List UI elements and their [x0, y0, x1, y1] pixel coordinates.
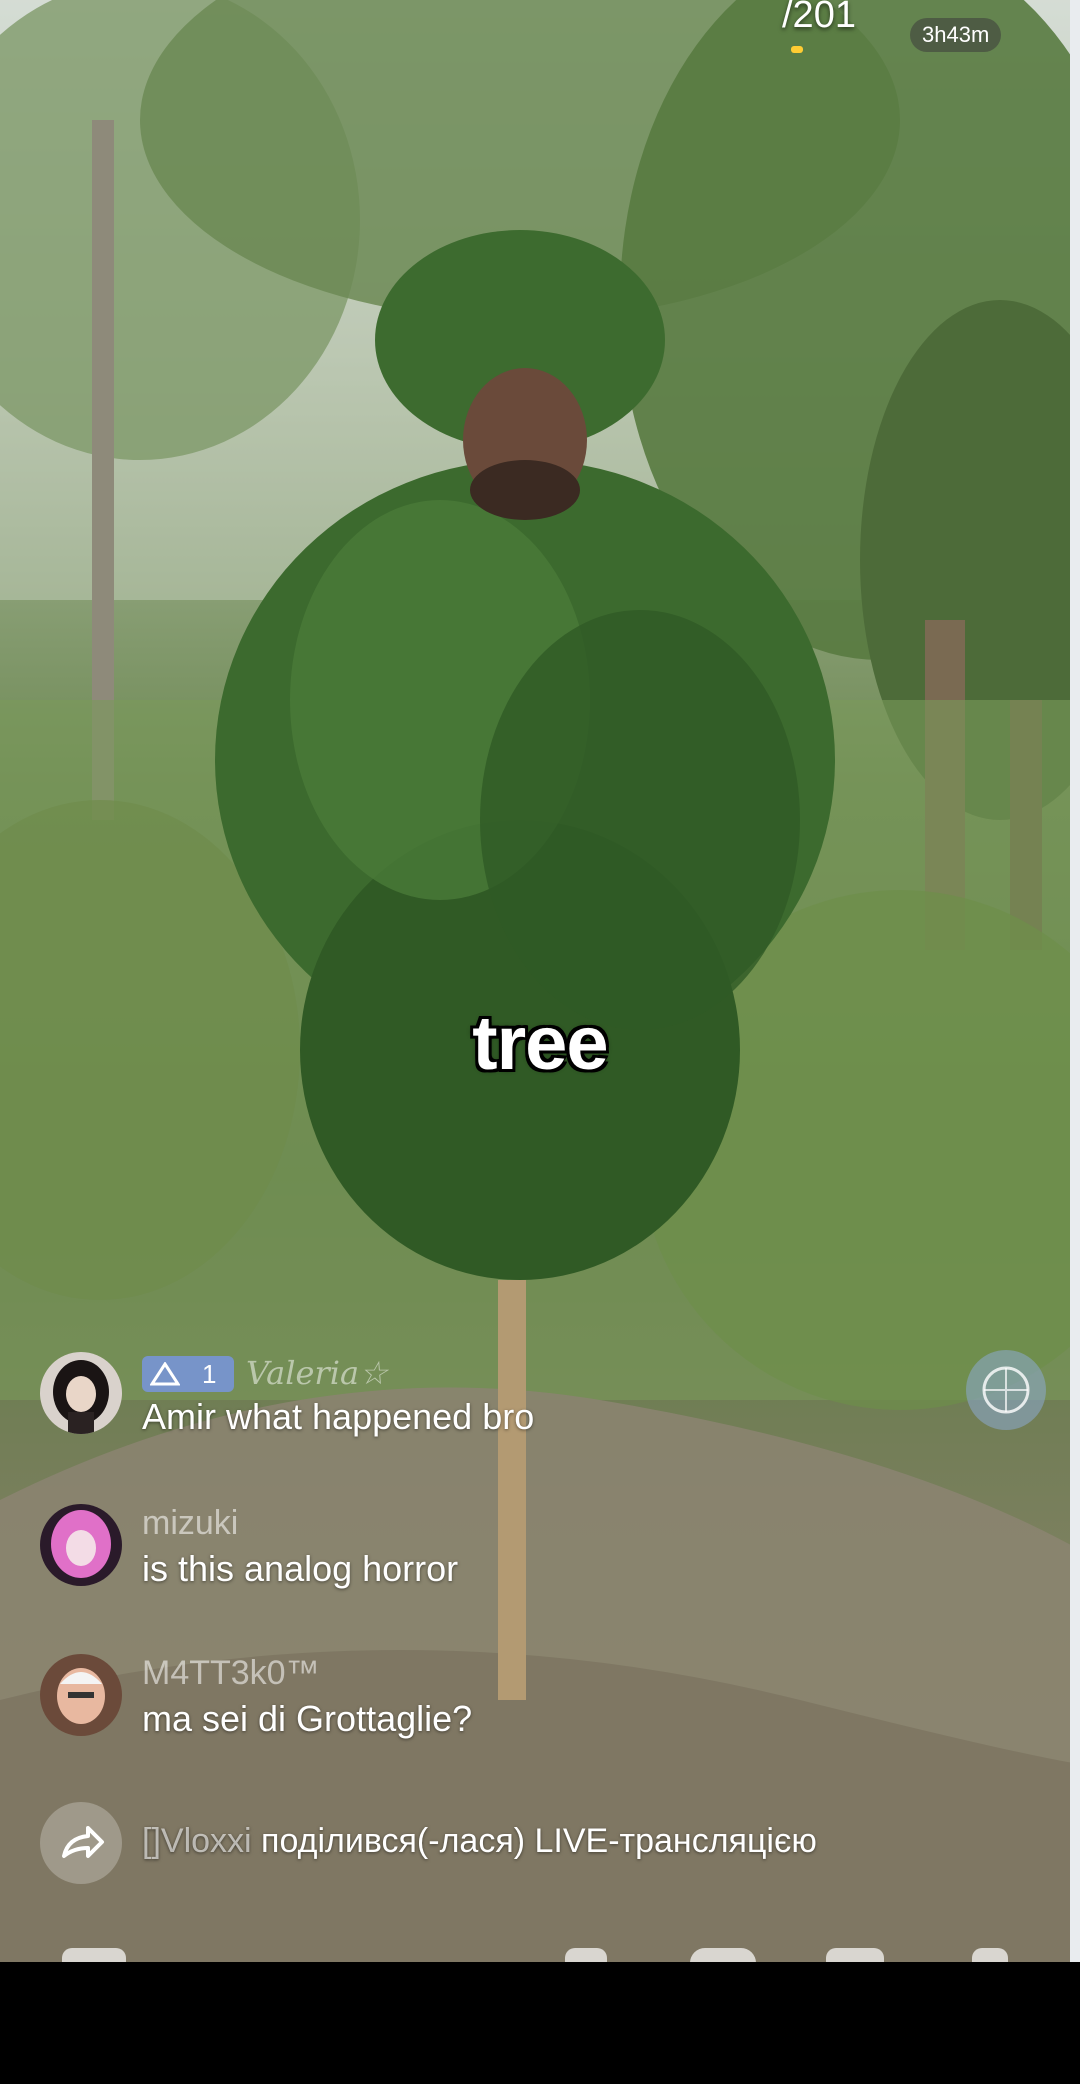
viewer-indicator-dot — [791, 46, 803, 53]
share-username[interactable]: []Vloxxi — [142, 1822, 252, 1860]
comment-text: Amir what happened bro — [142, 1396, 535, 1437]
share-icon[interactable] — [972, 1948, 1008, 1962]
floating-globe-icon[interactable] — [966, 1350, 1046, 1430]
girl-avatar[interactable] — [40, 1352, 122, 1434]
share-notice: []Vloxxi поділився(-лася) LIVE-трансляці… — [40, 1802, 1040, 1884]
share-message: поділився(-лася) LIVE-трансляцією — [251, 1822, 817, 1860]
comment-text: ma sei di Grottaglie? — [142, 1698, 473, 1739]
add-icon[interactable] — [690, 1948, 756, 1962]
level-badge: 1 — [142, 1356, 234, 1392]
share-arrow-icon[interactable] — [40, 1802, 122, 1884]
live-duration-badge: 3h43m — [910, 18, 1002, 52]
viewer-count: /201 — [782, 0, 856, 36]
comment-text: is this analog horror — [142, 1548, 459, 1589]
pink-hair-avatar[interactable] — [40, 1504, 122, 1586]
bottom-toolbar — [0, 1948, 1080, 1962]
comment-icon[interactable] — [62, 1948, 126, 1962]
comment-username[interactable]: mizuki — [142, 1504, 238, 1543]
level-triangle-icon — [150, 1362, 180, 1386]
comment-username[interactable]: Valeria☆ — [246, 1354, 388, 1392]
frame-edge — [1070, 0, 1080, 1962]
chat-comment[interactable]: 1 Valeria☆ Amir what happened bro — [40, 1352, 940, 1442]
chat-comment[interactable]: mizuki is this analog horror — [40, 1504, 940, 1594]
chat-comment[interactable]: M4TT3k0™ ma sei di Grottaglie? — [40, 1654, 940, 1744]
comment-username[interactable]: M4TT3k0™ — [142, 1654, 320, 1693]
gift-icon[interactable] — [826, 1948, 884, 1962]
people-icon[interactable] — [565, 1948, 607, 1962]
man-avatar[interactable] — [40, 1654, 122, 1736]
video-caption: tree — [472, 1001, 608, 1086]
